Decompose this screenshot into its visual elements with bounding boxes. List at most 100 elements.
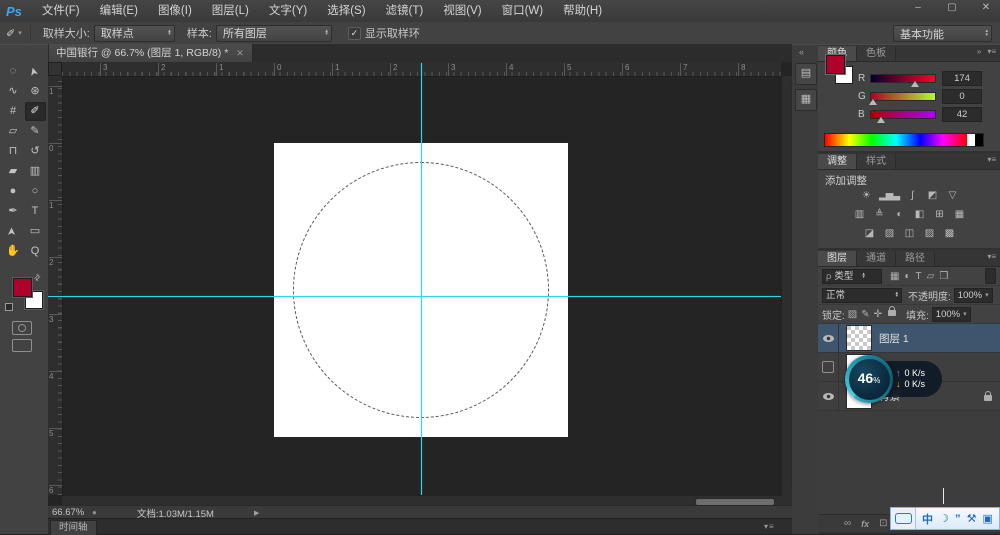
close-button[interactable]: ✕ [976,2,996,13]
layer-filter-type-dropdown[interactable]: ρ 类型 ▴ ▾ [822,268,882,284]
rectangular-marquee-tool[interactable]: ◌ [3,62,24,81]
tab-通道[interactable]: 通道 [857,251,896,266]
menu-item-2[interactable]: 编辑(E) [90,0,148,22]
hue-saturation-icon[interactable]: ▥ [852,208,866,222]
hand-tool[interactable]: ✋ [3,242,24,261]
tool-preset-picker[interactable]: ✐ ▾ [0,25,31,41]
levels-icon[interactable]: ▂▅▃ [879,189,900,203]
expand-dock-icon[interactable]: « [799,47,804,57]
spot-healing-brush-tool[interactable]: ▱ [3,122,24,141]
ruler-origin-corner[interactable] [48,62,62,76]
show-ring-checkbox[interactable]: ✓ [347,26,361,40]
dodge-tool[interactable]: ○ [25,182,46,201]
channel-slider-thumb[interactable] [868,98,877,105]
color-balance-icon[interactable]: ≜ [872,208,886,222]
menu-item-7[interactable]: 滤镜(T) [376,0,434,22]
crop-tool[interactable]: # [3,102,24,121]
filter-smart-objects-icon[interactable]: ❒ [939,271,948,282]
add-layer-mask-button[interactable]: ⊡ [879,518,887,529]
menu-item-5[interactable]: 文字(Y) [259,0,317,22]
zoom-tool[interactable]: Q [25,242,46,261]
eraser-tool[interactable]: ▰ [3,162,24,181]
gradient-map-icon[interactable]: ▩ [942,227,956,241]
layer-filter-toggle[interactable] [985,268,996,284]
swap-colors-icon[interactable]: ⇄ [32,272,43,283]
curves-icon[interactable]: ∫ [905,189,919,203]
netspeed-badge[interactable]: 46 % [845,355,893,403]
path-selection-tool[interactable]: ➤ [3,222,24,241]
channel-slider-R[interactable] [870,73,936,87]
channel-value-G[interactable]: 0 [942,88,982,104]
history-brush-tool[interactable]: ↺ [25,142,46,161]
panel-foreground-swatch[interactable] [826,55,845,74]
layer-row-1[interactable]: 图层 1 [818,324,1000,353]
sample-size-dropdown[interactable]: 取样点 ▴ ▾ [93,24,175,42]
clone-stamp-tool[interactable]: ⊓ [3,142,24,161]
brush-tool[interactable]: ✎ [25,122,46,141]
color-spectrum-ramp[interactable] [824,133,984,147]
move-tool[interactable]: ➤ [25,62,46,81]
black-white-icon[interactable]: ◐ [892,208,906,222]
quick-selection-tool[interactable]: ⊛ [25,82,46,101]
layer-visibility-cell[interactable] [818,382,839,410]
channel-slider-B[interactable] [870,109,936,123]
menu-item-9[interactable]: 窗口(W) [492,0,554,22]
type-tool[interactable]: T [25,202,46,221]
adjustments-panel-menu-icon[interactable]: ▾≡ [987,155,996,164]
layer-thumbnail[interactable] [846,325,872,351]
ime-settings-icon[interactable]: ⚒ [967,512,977,525]
opacity-field[interactable]: 100% ▾ [953,287,993,303]
blur-tool[interactable]: ● [3,182,24,201]
screen-mode-button[interactable] [12,339,32,352]
ime-fullwidth-icon[interactable]: ☽ [939,512,949,525]
tab-图层[interactable]: 图层 [818,251,857,266]
ruler-left[interactable]: 1 0 1 2 3 4 5 6 [48,76,63,495]
filter-adjustment-layers-icon[interactable]: ◐ [904,271,910,282]
layer-style-button[interactable]: fx [861,519,869,529]
lock-position-icon[interactable]: ✛ [874,309,882,320]
gradient-tool[interactable]: ▥ [25,162,46,181]
lock-transparent-pixels-icon[interactable]: ▨ [848,309,857,320]
default-colors-icon[interactable] [5,303,13,311]
threshold-icon[interactable]: ◫ [902,227,916,241]
photo-filter-icon[interactable]: ◧ [912,208,926,222]
zoom-level-field[interactable]: 66.67% [52,507,92,518]
ime-logo-button[interactable] [891,508,916,529]
eyedropper-tool[interactable]: ✐ [24,101,46,121]
actions-panel-button[interactable]: ▦ [795,89,817,111]
menu-item-8[interactable]: 视图(V) [433,0,491,22]
menu-item-10[interactable]: 帮助(H) [553,0,612,22]
quick-mask-button[interactable] [12,321,32,335]
channel-mixer-icon[interactable]: ⊞ [932,208,946,222]
tab-路径[interactable]: 路径 [896,251,935,266]
filter-shape-layers-icon[interactable]: ▱ [927,271,935,282]
color-panel-menu-icon[interactable]: ▾≡ [987,47,996,56]
tab-色板[interactable]: 色板 [857,46,896,61]
invert-icon[interactable]: ◪ [862,227,876,241]
sample-dropdown[interactable]: 所有图层 ▴ ▾ [215,24,332,42]
channel-value-R[interactable]: 174 [942,70,982,86]
lasso-tool[interactable]: ∿ [3,82,24,101]
tab-样式[interactable]: 样式 [857,154,896,169]
link-layers-button[interactable]: ∞ [844,518,851,529]
brightness-contrast-icon[interactable]: ☀ [859,189,873,203]
menu-item-3[interactable]: 图像(I) [148,0,202,22]
menu-item-6[interactable]: 选择(S) [317,0,375,22]
selective-color-icon[interactable]: ▨ [922,227,936,241]
history-panel-button[interactable]: ▤ [795,63,817,85]
channel-slider-thumb[interactable] [877,116,886,123]
filter-pixel-layers-icon[interactable]: ▦ [890,271,899,282]
filter-type-layers-icon[interactable]: T [916,271,922,282]
lock-all-icon[interactable] [888,305,897,316]
foreground-color-swatch[interactable] [13,278,32,297]
workspace-switcher[interactable]: 基本功能 ▴ ▾ [893,25,992,42]
timeline-panel-menu-icon[interactable]: ▾≡ [764,522,775,531]
color-lookup-icon[interactable]: ▦ [952,208,966,222]
layer-visibility-cell[interactable] [818,353,839,381]
restore-button[interactable]: ▢ [942,2,962,13]
ime-chinese-mode[interactable]: 中 [922,511,933,527]
blend-mode-dropdown[interactable]: 正常 ▴ ▾ [822,287,902,303]
lock-image-pixels-icon[interactable]: ✎ [861,309,869,320]
collapse-panels-icon[interactable]: » [977,47,981,56]
close-tab-icon[interactable]: ✕ [236,44,244,62]
